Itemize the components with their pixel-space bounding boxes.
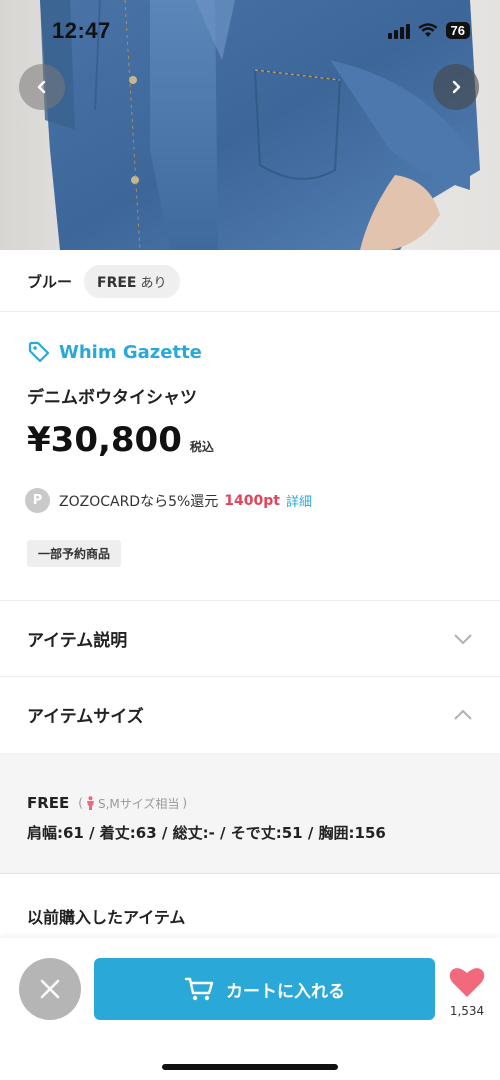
heart-icon (449, 968, 485, 997)
item-size-panel: FREE ( S,Mサイズ相当 ) 肩幅:61 / 着丈:63 / 総丈:- /… (0, 753, 500, 874)
size-name: FREE (27, 794, 70, 812)
previous-purchases-heading: 以前購入したアイテム (27, 908, 186, 927)
brand-link[interactable]: Whim Gazette (27, 340, 202, 364)
tag-icon (28, 341, 50, 363)
battery-indicator: 76 (445, 22, 470, 39)
tax-label: 税込 (189, 440, 214, 454)
cellular-signal-icon (387, 23, 410, 39)
item-size-accordion[interactable]: アイテムサイズ (0, 676, 500, 752)
price-amount: ¥30,800 (27, 420, 182, 460)
status-bar: 12:47 76 (0, 0, 500, 60)
color-size-row: ブルー FREE あり (0, 251, 500, 312)
size-head: FREE ( S,Mサイズ相当 ) (27, 794, 187, 812)
points-value: 1400pt (224, 492, 280, 509)
chevron-left-icon (37, 80, 46, 94)
bottom-action-bar: カートに入れる 1,534 (0, 938, 500, 1080)
brand-name: Whim Gazette (59, 341, 202, 363)
size-equivalent-close: ) (182, 796, 188, 810)
preorder-badge: 一部予約商品 (27, 540, 122, 567)
points-icon: P (25, 488, 50, 513)
product-title: デニムボウタイシャツ (27, 388, 197, 408)
status-icons: 76 (387, 22, 470, 39)
product-price: ¥30,800 税込 (27, 420, 214, 460)
chevron-down-icon (454, 633, 472, 644)
wifi-icon (418, 23, 438, 37)
add-to-cart-button[interactable]: カートに入れる (94, 958, 435, 1020)
close-button[interactable] (19, 958, 81, 1020)
size-dimensions: 肩幅:61 / 着丈:63 / 総丈:- / そで丈:51 / 胸囲:156 (27, 824, 386, 842)
product-image-carousel[interactable]: 12:47 76 (0, 0, 500, 250)
size-equivalent-text: S,Mサイズ相当 (97, 796, 180, 811)
size-chip-availability: あり (140, 275, 167, 291)
status-time: 12:47 (52, 18, 111, 43)
item-size-label: アイテムサイズ (27, 707, 144, 727)
favorite-button[interactable]: 1,534 (446, 966, 488, 1018)
person-icon (86, 796, 94, 810)
item-description-label: アイテム説明 (27, 631, 128, 651)
chevron-up-icon (454, 709, 472, 720)
next-image-button[interactable] (433, 64, 479, 110)
size-chip[interactable]: FREE あり (84, 264, 180, 298)
points-detail-link[interactable]: 詳細 (286, 491, 312, 510)
chevron-right-icon (452, 80, 461, 94)
size-chip-size: FREE (97, 274, 137, 291)
points-info: P ZOZOCARDなら5%還元 1400pt 詳細 (25, 488, 312, 513)
color-label: ブルー (27, 272, 73, 291)
size-equivalent: ( S,Mサイズ相当 ) (78, 795, 187, 812)
close-icon (40, 979, 60, 999)
home-indicator (162, 1064, 338, 1070)
previous-image-button[interactable] (19, 64, 65, 110)
item-description-accordion[interactable]: アイテム説明 (0, 600, 500, 676)
cart-icon (184, 977, 214, 1001)
add-to-cart-label: カートに入れる (226, 981, 345, 1002)
points-text: ZOZOCARDなら5%還元 (59, 493, 219, 510)
size-equivalent-open: ( (78, 796, 83, 810)
favorite-count: 1,534 (449, 1004, 485, 1018)
